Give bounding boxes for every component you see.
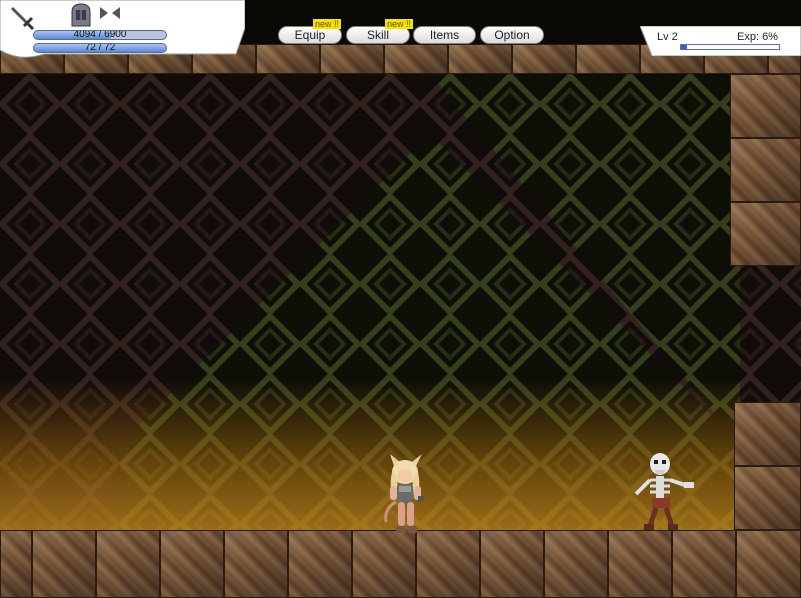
bow-icon[interactable] <box>100 7 120 19</box>
sp-text: 72 / 72 <box>84 43 116 53</box>
sword-icon[interactable] <box>8 4 34 30</box>
hp-bar: 4094 / 6900 <box>33 30 167 40</box>
helmet-icon[interactable] <box>68 2 94 28</box>
exp-bar-fill <box>681 45 687 49</box>
right-wall-upper <box>730 74 801 266</box>
items-button[interactable]: Items <box>413 26 476 44</box>
skill-new-badge: new !! <box>385 19 414 29</box>
exp-label: Exp: 6% <box>737 31 778 43</box>
right-wall-lower <box>734 402 801 530</box>
player-character[interactable] <box>376 452 436 538</box>
sp-bar: 72 / 72 <box>33 43 167 53</box>
floor <box>0 530 801 598</box>
hp-text: 4094 / 6900 <box>73 30 127 40</box>
game-viewport[interactable]: 4094 / 6900 72 / 72 Equip new !! Skill n… <box>0 0 801 598</box>
skeleton-enemy[interactable] <box>628 450 698 534</box>
level-label: Lv 2 <box>657 31 678 43</box>
exp-bar <box>680 44 780 50</box>
equip-new-badge: new !! <box>313 19 342 29</box>
player-status-panel: 4094 / 6900 72 / 72 <box>0 0 245 58</box>
option-button[interactable]: Option <box>480 26 544 44</box>
